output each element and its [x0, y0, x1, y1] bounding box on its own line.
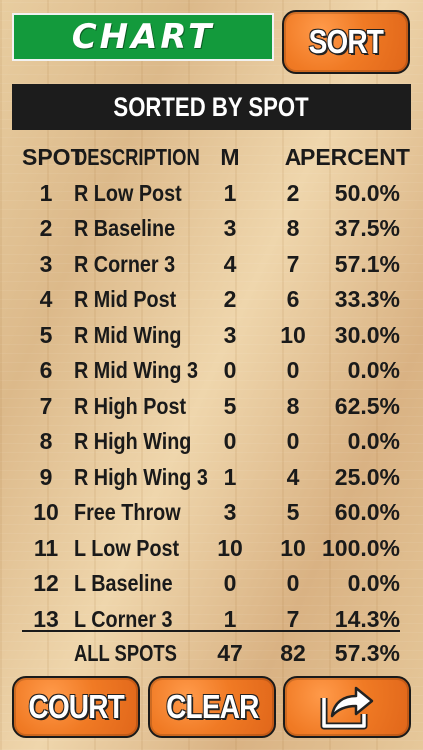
row-percent: 100.0%	[321, 534, 400, 561]
row-percent: 0.0%	[347, 428, 400, 454]
row-spot: 4	[39, 286, 53, 312]
court-button[interactable]: COURT	[12, 676, 140, 738]
row-description: Free Throw	[74, 499, 181, 525]
table-row: 7R High Post 5 8 62.5%	[0, 389, 423, 425]
table-row: 2R Baseline 3 8 37.5%	[0, 211, 423, 247]
share-arrow-icon	[320, 686, 374, 730]
row-made: 4	[223, 250, 237, 277]
sort-button[interactable]: SORT	[282, 10, 410, 74]
row-made: 3	[223, 499, 237, 525]
shot-table: SPOT DESCRIPTION M A PERCENT 1 R Low Post…	[0, 140, 423, 637]
header-title: SORTED BY SPOT	[113, 91, 310, 122]
row-description: R Baseline	[74, 215, 176, 241]
row-made: 0	[223, 357, 237, 383]
row-spot: 1	[39, 179, 53, 206]
row-percent: 30.0%	[334, 321, 400, 348]
total-m: 47	[217, 640, 243, 666]
row-percent: 57.1%	[334, 250, 400, 277]
table-row: 12 L Baseline 0 0 0.0%	[0, 566, 423, 602]
row-spot: 11	[33, 534, 59, 561]
table-row: 11 L Low Post 10 10 100.0%	[0, 531, 423, 567]
row-percent: 25.0%	[334, 463, 400, 490]
table-row: 5R Mid Wing 3 10 30.0%	[0, 318, 423, 354]
row-made: 3	[223, 215, 237, 241]
row-made: 10	[217, 534, 243, 561]
sort-button-label: SORT	[308, 23, 384, 60]
table-row: 6R Mid Wing 3 0 0 0.0%	[0, 353, 423, 389]
court-button-label: COURT	[28, 688, 124, 725]
row-percent: 50.0%	[334, 179, 400, 206]
row-spot: 6	[39, 357, 53, 383]
row-made: 2	[223, 286, 237, 312]
row-percent: 0.0%	[347, 570, 400, 596]
clear-button-label: CLEAR	[165, 688, 259, 725]
row-made: 3	[223, 321, 237, 348]
clear-button[interactable]: CLEAR	[148, 676, 276, 738]
table-header-row: SPOT DESCRIPTION M A PERCENT	[0, 140, 423, 176]
row-made: 1	[223, 463, 237, 490]
row-description: R Mid Wing	[74, 321, 182, 348]
row-spot: 2	[39, 215, 53, 241]
row-percent: 62.5%	[334, 392, 400, 419]
row-description: R Low Post	[74, 179, 182, 206]
table-row: 9R High Wing 3 1 4 25.0%	[0, 460, 423, 496]
row-made: 1	[223, 179, 237, 206]
column-header-description: DESCRIPTION	[74, 144, 200, 170]
row-percent: 37.5%	[334, 215, 400, 241]
row-made: 0	[223, 570, 237, 596]
header-bar: SORTED BY SPOT	[12, 84, 411, 130]
table-row: 1R Low Post 1 2 50.0%	[0, 176, 423, 212]
total-divider	[22, 630, 400, 632]
row-percent: 60.0%	[334, 499, 400, 525]
row-made: 5	[223, 392, 237, 419]
row-description: L Low Post	[74, 534, 180, 561]
row-description: L Baseline	[74, 570, 173, 596]
table-row: 8R High Wing 0 0 0.0%	[0, 424, 423, 460]
row-spot: 9	[39, 463, 53, 490]
row-spot: 12	[33, 570, 59, 596]
column-header-m: M	[220, 144, 240, 170]
row-spot: 3	[39, 250, 53, 277]
row-spot: 7	[39, 392, 53, 419]
row-description: R Mid Wing 3	[74, 357, 198, 383]
row-description: R High Wing	[74, 428, 192, 454]
table-row: 3R Corner 3 4 7 57.1%	[0, 247, 423, 283]
row-spot: 5	[39, 321, 53, 348]
total-row: ALL SPOTS 47 82 57.3%	[0, 636, 423, 671]
share-button[interactable]	[283, 676, 411, 738]
row-description: R High Wing 3	[74, 463, 208, 490]
row-made: 0	[223, 428, 237, 454]
table-row: 10 Free Throw 3 5 60.0%	[0, 495, 423, 531]
column-header-spot: SPOT	[22, 144, 85, 170]
row-percent: 33.3%	[334, 286, 400, 312]
row-spot: 8	[39, 428, 53, 454]
chart-tab-label: CHART	[71, 17, 215, 57]
chart-tab[interactable]: CHART	[12, 13, 274, 61]
row-description: R High Post	[74, 392, 187, 419]
column-header-percent: PERCENT	[300, 144, 410, 170]
total-percent: 57.3%	[334, 640, 400, 666]
total-description: ALL SPOTS	[74, 640, 177, 666]
row-percent: 0.0%	[347, 357, 400, 383]
row-description: R Corner 3	[74, 250, 176, 277]
table-row: 4R Mid Post 2 6 33.3%	[0, 282, 423, 318]
row-description: R Mid Post	[74, 286, 177, 312]
row-spot: 10	[33, 499, 59, 525]
